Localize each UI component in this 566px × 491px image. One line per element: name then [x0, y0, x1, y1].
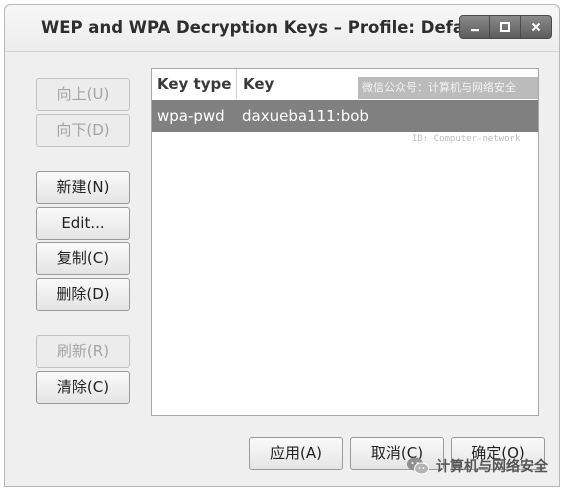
clear-button[interactable]: 清除(C): [36, 371, 130, 404]
move-down-button[interactable]: 向下(D): [36, 114, 130, 147]
dialog-window: WEP and WPA Decryption Keys – Profile: D…: [4, 4, 560, 487]
edit-button[interactable]: Edit...: [36, 207, 130, 240]
column-header-key-type[interactable]: Key type: [152, 69, 237, 99]
apply-button[interactable]: 应用(A): [249, 437, 343, 470]
move-up-button[interactable]: 向上(U): [36, 78, 130, 111]
watermark-text: 微信公众号：计算机与网络安全: [358, 77, 538, 99]
watermark-brand-text: 计算机与网络安全: [436, 459, 548, 475]
keys-table[interactable]: Key type Key wpa-pwd daxueba111:bob 微信公众…: [151, 68, 539, 416]
key-cell: daxueba111:bob: [242, 107, 369, 125]
copy-button[interactable]: 复制(C): [36, 242, 130, 275]
table-row[interactable]: wpa-pwd daxueba111:bob: [152, 100, 538, 132]
close-icon: [531, 22, 541, 32]
delete-button[interactable]: 删除(D): [36, 278, 130, 311]
column-header-key[interactable]: Key: [238, 69, 274, 99]
maximize-icon: [500, 22, 510, 32]
refresh-button[interactable]: 刷新(R): [36, 335, 130, 368]
maximize-button[interactable]: [490, 15, 521, 39]
watermark-id: ID: Computer-network: [412, 134, 521, 144]
title-bar[interactable]: WEP and WPA Decryption Keys – Profile: D…: [5, 5, 559, 52]
new-button[interactable]: 新建(N): [36, 171, 130, 204]
minimize-icon: [470, 29, 479, 32]
window-title: WEP and WPA Decryption Keys – Profile: D…: [41, 18, 490, 37]
key-type-cell: wpa-pwd: [157, 107, 225, 125]
wechat-icon: [407, 457, 429, 475]
close-button[interactable]: [521, 15, 552, 39]
watermark-brand: 计算机与网络安全: [406, 452, 548, 480]
minimize-button[interactable]: [459, 15, 490, 39]
